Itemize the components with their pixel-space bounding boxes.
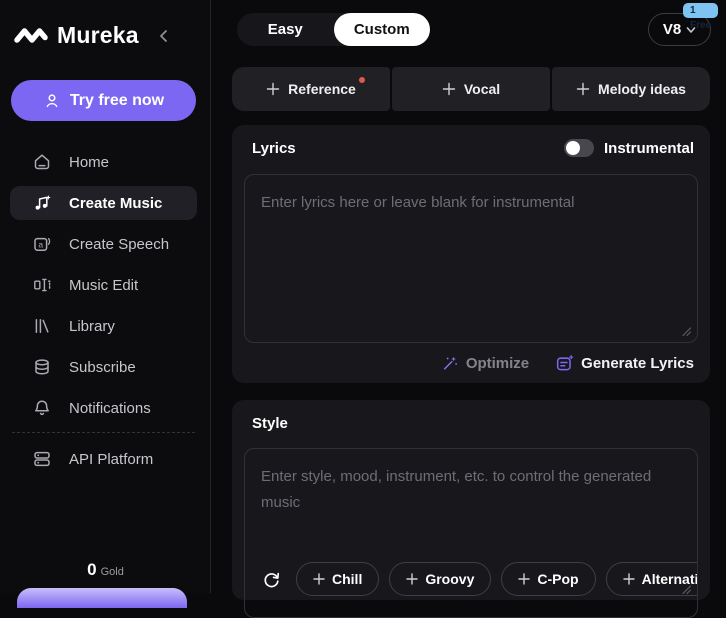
style-tag-label: Groovy — [425, 571, 474, 587]
style-tag-label: C-Pop — [537, 571, 578, 587]
version-label: V8 — [663, 21, 681, 38]
lyrics-input-box — [244, 174, 698, 343]
plus-icon — [518, 573, 530, 585]
svg-text:a: a — [38, 239, 43, 249]
sidebar-item-label: Home — [69, 154, 109, 171]
mode-segmented-control: Easy Custom — [237, 13, 430, 46]
main-content: Easy Custom V8 1 Free Reference Vocal — [232, 0, 710, 593]
add-vocal-button[interactable]: Vocal — [392, 67, 550, 111]
style-panel: Style Chill — [232, 400, 710, 600]
add-melody-ideas-button[interactable]: Melody ideas — [552, 67, 710, 111]
plus-icon — [576, 82, 590, 96]
style-tag-c-pop[interactable]: C-Pop — [501, 562, 595, 596]
brand-logo-row: Mureka — [14, 22, 171, 49]
notification-dot — [359, 77, 365, 83]
style-tag-label: Chill — [332, 571, 362, 587]
plus-icon — [623, 573, 635, 585]
database-icon — [32, 357, 52, 377]
gold-unit: Gold — [101, 566, 124, 578]
instrumental-label: Instrumental — [604, 140, 694, 157]
style-tag-chill[interactable]: Chill — [296, 562, 379, 596]
style-title: Style — [252, 415, 288, 432]
sidebar-item-home[interactable]: Home — [10, 145, 197, 179]
instrumental-toggle[interactable] — [564, 139, 594, 157]
resize-handle-icon[interactable] — [680, 583, 692, 595]
style-textarea[interactable] — [245, 449, 697, 553]
generate-lyrics-button[interactable]: Generate Lyrics — [555, 354, 694, 373]
generate-lyrics-label: Generate Lyrics — [581, 355, 694, 372]
music-note-icon — [32, 193, 52, 213]
sidebar-item-label: Notifications — [69, 400, 151, 417]
brand-name: Mureka — [57, 22, 139, 49]
resize-handle-icon[interactable] — [680, 325, 692, 337]
magic-wand-icon — [441, 354, 459, 372]
try-free-now-label: Try free now — [70, 92, 164, 110]
bottom-cta-button-partial[interactable] — [17, 588, 187, 608]
mureka-logo-icon — [14, 23, 50, 49]
toggle-knob — [566, 141, 580, 155]
plus-icon — [266, 82, 280, 96]
refresh-suggestions-button[interactable] — [261, 569, 282, 590]
sidebar-item-label: Subscribe — [69, 359, 136, 376]
gold-balance: 0 Gold — [0, 560, 211, 580]
tab-easy[interactable]: Easy — [237, 13, 334, 46]
add-reference-button[interactable]: Reference — [232, 67, 390, 111]
style-tag-groovy[interactable]: Groovy — [389, 562, 491, 596]
bell-icon — [32, 398, 52, 418]
sidebar-item-subscribe[interactable]: Subscribe — [10, 350, 197, 384]
sidebar-item-label: API Platform — [69, 451, 153, 468]
sidebar-item-label: Library — [69, 318, 115, 335]
style-suggestions-row: Chill Groovy C-Pop — [261, 561, 697, 597]
plus-icon — [406, 573, 418, 585]
sidebar-collapse-icon[interactable] — [157, 28, 171, 44]
sidebar-item-music-edit[interactable]: Music Edit — [10, 268, 197, 302]
lyrics-title: Lyrics — [252, 140, 296, 157]
free-credit-badge: 1 Free — [683, 3, 718, 18]
add-reference-label: Reference — [288, 81, 356, 97]
person-icon — [43, 92, 61, 110]
lyrics-panel: Lyrics Instrumental — [232, 125, 710, 383]
sidebar-item-create-speech[interactable]: a Create Speech — [10, 227, 197, 261]
sidebar-item-create-music[interactable]: Create Music — [10, 186, 197, 220]
sidebar-item-label: Music Edit — [69, 277, 138, 294]
sidebar-item-notifications[interactable]: Notifications — [10, 391, 197, 425]
plus-icon — [442, 82, 456, 96]
plus-icon — [313, 573, 325, 585]
gold-amount: 0 — [87, 560, 96, 579]
mode-header: Easy Custom V8 1 Free — [232, 13, 710, 46]
sidebar-item-library[interactable]: Library — [10, 309, 197, 343]
library-icon — [32, 316, 52, 336]
try-free-now-button[interactable]: Try free now — [11, 80, 196, 121]
text-cursor-icon — [32, 275, 52, 295]
lyrics-textarea[interactable] — [245, 175, 697, 342]
sidebar-item-label: Create Speech — [69, 236, 169, 253]
speech-letter-icon: a — [32, 234, 52, 254]
sidebar-nav: Home Create Music a Create — [10, 145, 197, 483]
tab-custom[interactable]: Custom — [334, 13, 431, 46]
add-inputs-row: Reference Vocal Melody ideas — [232, 67, 710, 111]
optimize-button[interactable]: Optimize — [441, 354, 529, 372]
server-icon — [32, 449, 52, 469]
generate-lyrics-icon — [555, 354, 574, 373]
sidebar-item-api-platform[interactable]: API Platform — [10, 442, 197, 476]
sidebar: Mureka Try free now Home — [0, 0, 211, 593]
lyrics-actions: Optimize Generate Lyrics — [441, 350, 694, 376]
add-vocal-label: Vocal — [464, 81, 500, 97]
add-melody-ideas-label: Melody ideas — [598, 81, 686, 97]
sidebar-item-label: Create Music — [69, 195, 162, 212]
nav-divider — [12, 432, 195, 433]
home-icon — [32, 152, 52, 172]
optimize-label: Optimize — [466, 355, 529, 372]
